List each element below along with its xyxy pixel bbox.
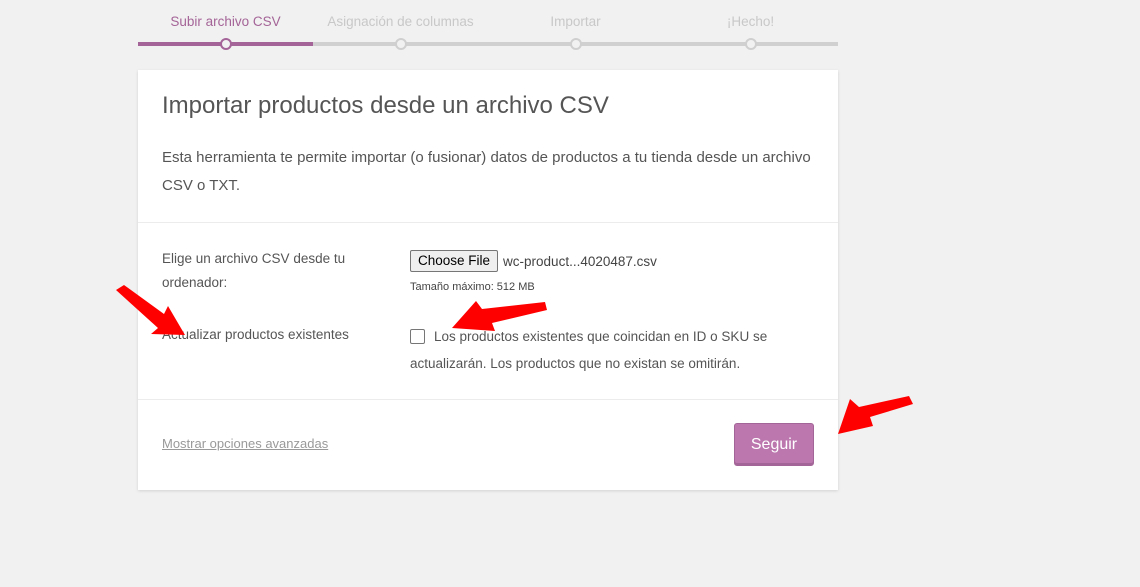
page-description: Esta herramienta te permite importar (o … [162, 149, 811, 194]
progress-stepper: Subir archivo CSV Asignación de columnas… [138, 0, 838, 50]
step-label: Importar [550, 14, 601, 29]
step-column-mapping: Asignación de columnas [313, 0, 488, 50]
step-done: ¡Hecho! [663, 0, 838, 50]
max-file-size: Tamaño máximo: 512 MB [410, 281, 535, 293]
step-dot-icon [570, 38, 582, 50]
choose-file-button[interactable]: Choose File [410, 250, 499, 272]
update-existing-label: Actualizar productos existentes [162, 327, 349, 342]
file-input[interactable]: Choose File wc-product...4020487.csv [410, 249, 657, 273]
arrow-icon [838, 396, 913, 434]
step-label: Subir archivo CSV [170, 14, 281, 29]
card-footer: Mostrar opciones avanzadas Seguir [138, 399, 838, 491]
import-card: Importar productos desde un archivo CSV … [138, 70, 838, 490]
step-dot-icon [220, 38, 232, 50]
continue-button[interactable]: Seguir [734, 423, 814, 466]
page-title: Importar productos desde un archivo CSV [162, 92, 609, 119]
step-upload-csv: Subir archivo CSV [138, 0, 313, 50]
step-label: Asignación de columnas [327, 14, 474, 29]
file-field-label: Elige un archivo CSV desde tu ordenador: [162, 251, 346, 290]
show-advanced-options-link[interactable]: Mostrar opciones avanzadas [162, 436, 328, 451]
update-existing-description: Los productos existentes que coincidan e… [410, 329, 768, 371]
step-label: ¡Hecho! [726, 14, 775, 29]
step-dot-icon [745, 38, 757, 50]
step-dot-icon [395, 38, 407, 50]
selected-file-name: wc-product...4020487.csv [503, 253, 657, 269]
update-existing-checkbox[interactable] [410, 329, 425, 344]
step-import: Importar [488, 0, 663, 50]
import-page: Subir archivo CSV Asignación de columnas… [0, 0, 1140, 587]
card-header: Importar productos desde un archivo CSV … [138, 70, 838, 223]
